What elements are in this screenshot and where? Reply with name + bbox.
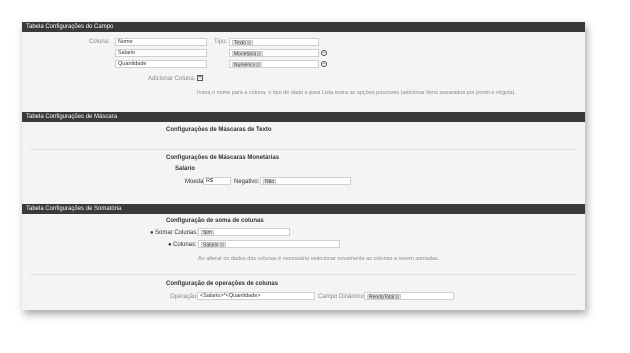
somar-colunas-select[interactable]: Sim (198, 228, 290, 236)
campo-dinamico-label: Campo Dinâmico: (318, 294, 366, 300)
somar-colunas-label: Somar Colunas: (155, 230, 199, 236)
tipo-tag: Monetária (232, 50, 264, 57)
minus-circle-icon[interactable]: − (321, 50, 327, 56)
tipo-label: Tipo: (214, 39, 228, 45)
mascara-section-header: Tabela Configurações de Máscara (22, 112, 585, 122)
tag-close-icon[interactable] (246, 40, 251, 45)
settings-panel: Tabela Configurações do Campo Coluna: Ti… (22, 22, 585, 310)
required-dot: ● (150, 230, 154, 236)
campo-tag-label: RendaTotal (369, 293, 395, 300)
campo-section-header: Tabela Configurações do Campo (22, 22, 585, 32)
adicionar-coluna-label: Adicionar Coluna: (148, 76, 196, 82)
divider (30, 274, 577, 275)
tag-close-icon[interactable] (219, 242, 224, 247)
campo-hint: Insira o nome para a coluna, o tipo de d… (197, 90, 516, 96)
tipo-tag-label: Monetária (234, 50, 257, 57)
mascara-field-name: Salario (175, 166, 196, 172)
coluna-input-1[interactable]: Nome (115, 38, 207, 46)
negativo-tag-label: Não (265, 178, 275, 185)
campo-tag: RendaTotal (367, 293, 402, 300)
soma-title: Configuração de soma de colunas (166, 218, 264, 224)
operacao-input[interactable]: <Salario>*<Quantidade> (197, 292, 315, 300)
tipo-tag: Texto (232, 39, 253, 46)
tipo-tag-label: Numérico (234, 61, 256, 68)
colunas-label: Colunas: (173, 242, 197, 248)
negativo-select[interactable]: Não (260, 177, 351, 185)
coluna-input-2[interactable]: Salario (115, 49, 207, 57)
colunas-tag: Salario (201, 241, 226, 248)
mascara-texto-title: Configurações de Máscaras de Texto (166, 127, 272, 133)
tipo-select-1[interactable]: Texto (229, 38, 319, 46)
coluna-label: Coluna: (89, 39, 110, 45)
coluna-input-3[interactable]: Quantidade (115, 60, 207, 68)
tag-close-icon[interactable] (257, 51, 262, 56)
moeda-input[interactable]: R$ (203, 177, 231, 185)
moeda-label: Moeda: (185, 179, 206, 185)
somar-tag: Sim (201, 229, 214, 236)
somar-tag-label: Sim (203, 229, 212, 236)
operacoes-title: Configuração de operações de colunas (166, 281, 279, 287)
tag-close-icon[interactable] (256, 62, 261, 67)
tipo-tag: Numérico (232, 61, 263, 68)
colunas-tag-label: Salario (203, 241, 219, 248)
colunas-select[interactable]: Salario (198, 240, 340, 248)
tag-close-icon[interactable] (395, 294, 400, 299)
campo-dinamico-select[interactable]: RendaTotal (364, 292, 454, 300)
mascara-monetaria-title: Configurações de Máscaras Monetárias (166, 155, 280, 161)
negativo-label: Negativo: (234, 179, 260, 185)
required-dot: ● (168, 242, 172, 248)
somatoria-section-header: Tabela Configurações de Somatória (22, 204, 585, 214)
tipo-select-2[interactable]: Monetária (229, 49, 319, 57)
minus-circle-icon[interactable]: − (321, 61, 327, 67)
soma-warning: Ao alterar os dados das colunas é necess… (198, 256, 440, 262)
tipo-select-3[interactable]: Numérico (229, 60, 319, 68)
operacao-label: Operação: (170, 294, 199, 300)
tipo-tag-label: Texto (234, 39, 246, 46)
plus-square-icon[interactable]: + (197, 75, 203, 81)
divider (30, 149, 577, 150)
negativo-tag: Não (263, 178, 277, 185)
